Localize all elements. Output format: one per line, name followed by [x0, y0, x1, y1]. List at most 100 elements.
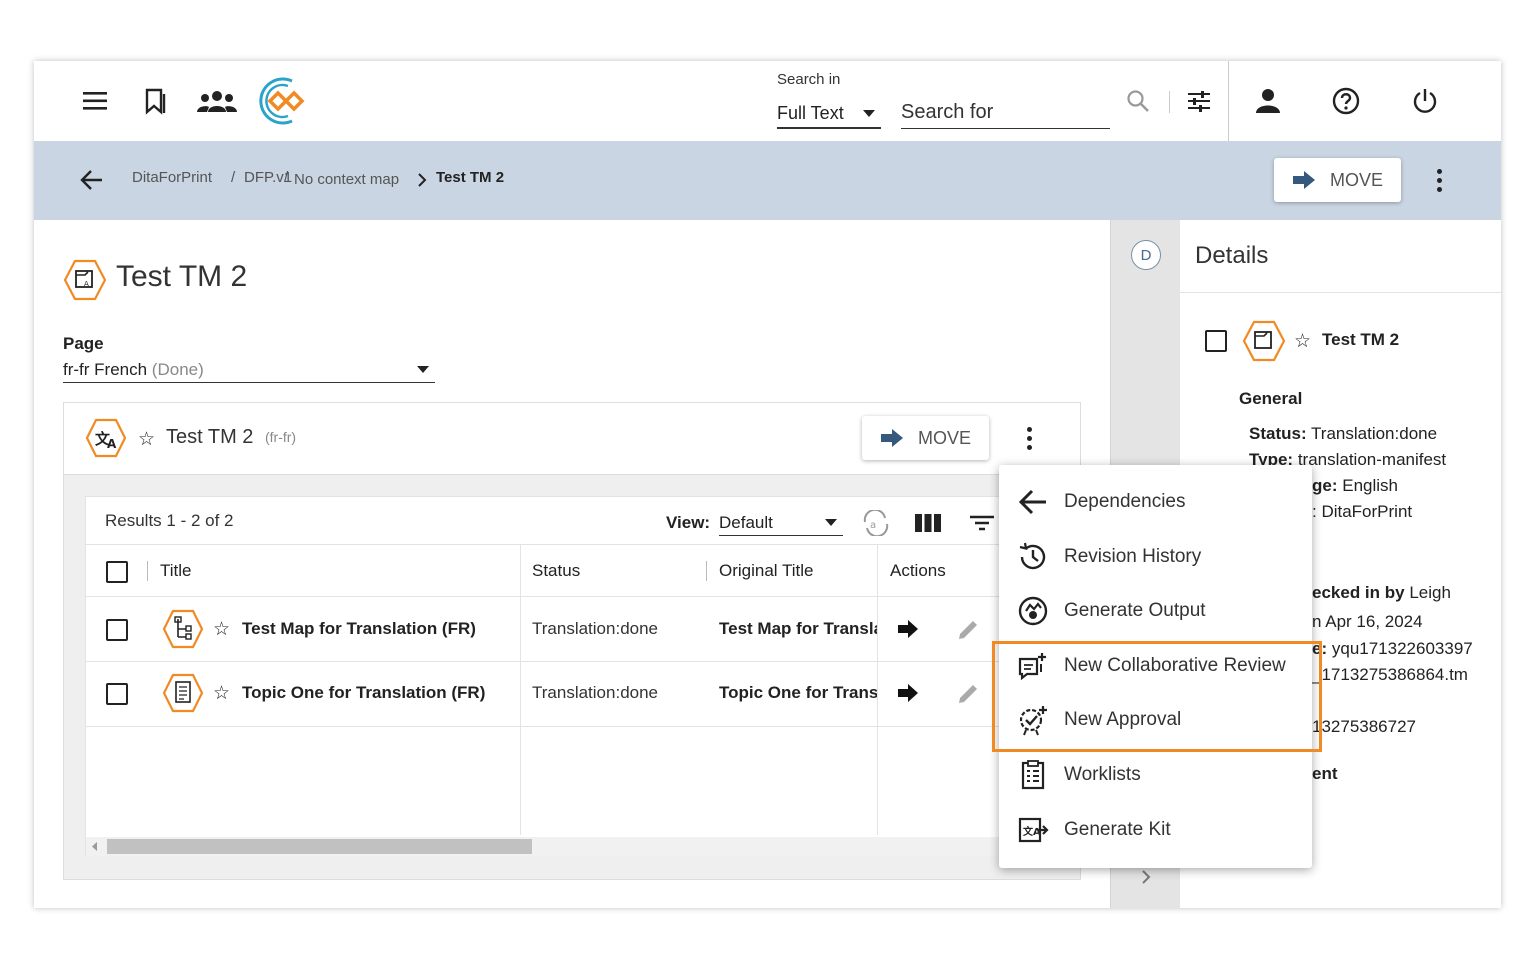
- menu-item-label: Generate Output: [1064, 600, 1206, 621]
- panel-header: 文A ☆ Test TM 2 (fr-fr) MOVE: [64, 403, 1080, 475]
- row-title[interactable]: Topic One for Translation (FR): [242, 683, 485, 703]
- go-arrow-icon[interactable]: [897, 620, 919, 638]
- svg-text:A: A: [107, 437, 117, 451]
- tm-hex-icon: A: [63, 259, 107, 301]
- star-icon[interactable]: ☆: [1294, 330, 1311, 353]
- view-select[interactable]: Default: [719, 510, 843, 536]
- details-checkbox[interactable]: [1205, 330, 1227, 352]
- details-line: Status: Translation:done: [1249, 424, 1438, 443]
- breadcrumb-item[interactable]: No context map: [294, 171, 399, 188]
- translate-sync-icon[interactable]: a: [861, 510, 891, 536]
- scrollbar-thumb[interactable]: [107, 839, 532, 854]
- details-line: : DitaForPrint: [1312, 502, 1413, 521]
- menu-item-label: Revision History: [1064, 546, 1202, 567]
- translation-panel: 文A ☆ Test TM 2 (fr-fr) MOVE Results 1 - …: [63, 402, 1081, 880]
- menu-item-label: New Approval: [1064, 709, 1182, 730]
- panel-more-options-button[interactable]: [1019, 423, 1039, 453]
- header-divider: [1228, 61, 1229, 141]
- approval-icon: [1016, 703, 1050, 737]
- select-all-checkbox[interactable]: [106, 561, 128, 583]
- move-arrow-icon: [880, 429, 903, 447]
- bookmark-icon[interactable]: [140, 85, 172, 117]
- table-row[interactable]: ☆ Topic One for Translation (FR) Transla…: [86, 662, 1081, 726]
- search-in-select[interactable]: Full Text: [777, 99, 881, 129]
- search-in-value: Full Text: [777, 102, 844, 123]
- menu-item-label: Worklists: [1064, 764, 1141, 785]
- generate-kit-icon: 文A: [1016, 813, 1050, 847]
- user-icon[interactable]: [1256, 88, 1280, 114]
- map-icon: [162, 609, 204, 649]
- row-title[interactable]: Test Map for Translation (FR): [242, 619, 476, 639]
- tm-hex-icon: [1242, 320, 1286, 362]
- column-header-actions[interactable]: Actions: [890, 561, 946, 581]
- filter-list-icon[interactable]: [970, 515, 994, 531]
- details-divider: [1180, 292, 1501, 293]
- panel-title: Test TM 2: [166, 426, 254, 448]
- details-line: ge: English: [1312, 476, 1398, 495]
- star-icon[interactable]: ☆: [213, 618, 230, 641]
- menu-item-worklists[interactable]: Worklists: [999, 748, 1312, 802]
- menu-icon[interactable]: [80, 85, 112, 117]
- details-toggle-icon[interactable]: D: [1131, 240, 1161, 270]
- search-icon[interactable]: [1126, 89, 1150, 113]
- app-window: Search in Full Text DitaForPrint / DFP: [34, 61, 1501, 908]
- chevron-right-icon[interactable]: [1141, 870, 1151, 884]
- history-icon: [1016, 540, 1050, 574]
- column-divider: [706, 561, 707, 581]
- svg-text:a: a: [870, 520, 876, 531]
- page-title: Test TM 2: [116, 260, 248, 293]
- menu-item-revision-history[interactable]: Revision History: [999, 530, 1312, 584]
- breadcrumb-item[interactable]: DitaForPrint: [132, 169, 212, 186]
- app-logo[interactable]: [252, 73, 314, 129]
- panel-body: Results 1 - 2 of 2 View: Default a Title…: [64, 475, 1081, 879]
- breadcrumb-current: Test TM 2: [436, 169, 505, 186]
- columns-icon[interactable]: [915, 514, 941, 532]
- back-arrow-icon[interactable]: [80, 169, 104, 191]
- star-icon[interactable]: ☆: [138, 428, 155, 451]
- page-select[interactable]: fr-fr French (Done): [63, 357, 435, 383]
- details-line: ecked in by Leigh: [1312, 583, 1451, 602]
- menu-item-new-approval[interactable]: New Approval: [999, 693, 1312, 747]
- table-row[interactable]: ☆ Test Map for Translation (FR) Translat…: [86, 597, 1081, 661]
- details-item-title: Test TM 2: [1322, 330, 1400, 349]
- help-icon[interactable]: [1332, 87, 1360, 115]
- search-divider: [1169, 91, 1170, 113]
- worklist-icon: [1016, 758, 1050, 792]
- row-divider: [86, 726, 1081, 727]
- details-line: 13275386727: [1312, 717, 1417, 736]
- row-original-title: Test Map for Translation (FR): [719, 619, 877, 638]
- menu-item-new-collaborative-review[interactable]: New Collaborative Review: [999, 639, 1312, 693]
- menu-item-dependencies[interactable]: Dependencies: [999, 475, 1312, 529]
- move-button[interactable]: MOVE: [1274, 158, 1401, 202]
- more-options-button[interactable]: [1429, 165, 1449, 195]
- collaborative-review-icon: [1016, 649, 1050, 683]
- column-header-title[interactable]: Title: [160, 561, 192, 581]
- menu-item-generate-kit[interactable]: 文A Generate Kit: [999, 803, 1312, 857]
- results-count: Results 1 - 2 of 2: [105, 511, 234, 530]
- view-label: View:: [666, 513, 711, 532]
- scroll-left-icon[interactable]: [92, 842, 98, 851]
- column-header-status[interactable]: Status: [532, 561, 580, 581]
- details-general-label: General: [1239, 389, 1303, 408]
- svg-text:A: A: [84, 280, 89, 288]
- row-original-title: Topic One for Translation (FR): [719, 683, 877, 702]
- search-input[interactable]: [901, 97, 1110, 129]
- horizontal-scrollbar[interactable]: [86, 837, 1081, 856]
- column-header-original-title[interactable]: Original Title: [719, 561, 813, 581]
- arrow-left-icon: [1016, 485, 1050, 519]
- row-checkbox[interactable]: [106, 683, 128, 705]
- panel-move-button[interactable]: MOVE: [862, 416, 989, 460]
- details-line: e: yqu171322603397: [1312, 639, 1473, 658]
- power-icon[interactable]: [1412, 87, 1438, 115]
- menu-item-generate-output[interactable]: Generate Output: [999, 584, 1312, 638]
- move-button-label: MOVE: [1329, 169, 1383, 190]
- edit-pencil-icon[interactable]: [956, 682, 980, 706]
- group-icon[interactable]: [196, 85, 238, 117]
- filter-sliders-icon[interactable]: [1187, 90, 1211, 112]
- edit-pencil-icon[interactable]: [956, 618, 980, 642]
- row-status: Translation:done: [532, 619, 659, 638]
- caret-down-icon: [863, 109, 875, 117]
- row-checkbox[interactable]: [106, 619, 128, 641]
- go-arrow-icon[interactable]: [897, 684, 919, 702]
- star-icon[interactable]: ☆: [213, 682, 230, 705]
